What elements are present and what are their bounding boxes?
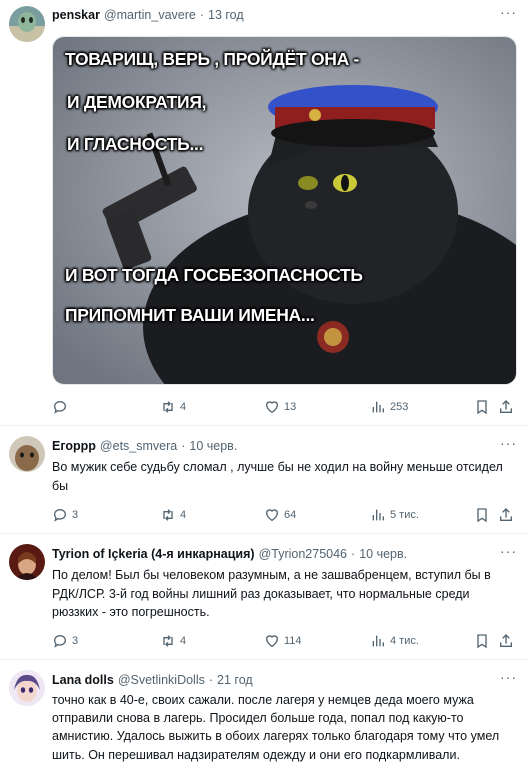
tweet-header: Lana dolls @SvetlinkiDolls · 21 год (52, 671, 519, 689)
heart-icon (265, 401, 279, 414)
avatar[interactable] (9, 6, 45, 42)
avatar[interactable] (9, 670, 45, 706)
author-name[interactable]: Егорpp (52, 439, 96, 453)
retweet-count: 4 (180, 509, 187, 521)
tweet-actions: 3 4 114 4 тис. (52, 632, 517, 650)
more-options-icon[interactable]: ··· (500, 543, 517, 559)
like-button[interactable]: 64 (264, 506, 296, 524)
author-handle[interactable]: @ets_smvera (100, 439, 177, 453)
views-count: 4 тис. (390, 635, 419, 647)
heart-icon (265, 635, 279, 648)
tweet-actions: 3 4 64 5 тис. (52, 506, 517, 524)
share-icon (500, 400, 512, 413)
author-name[interactable]: penskar (52, 8, 100, 22)
reply-button[interactable]: 3 (52, 632, 78, 650)
timestamp[interactable]: 10 черв. (359, 547, 407, 561)
meme-caption-line: И ДЕМОКРАТИЯ, (67, 92, 207, 112)
retweet-icon (163, 509, 173, 521)
retweet-count: 4 (180, 635, 187, 647)
tweet[interactable]: Егорpp @ets_smvera · 10 черв. ··· Во муж… (0, 426, 529, 534)
more-options-icon[interactable]: ··· (500, 435, 517, 451)
reply-count: 3 (72, 509, 79, 521)
bookmark-button[interactable] (474, 398, 490, 416)
meme-caption-line: И ВОТ ТОГДА ГОСБЕЗОПАСНОСТЬ (65, 265, 363, 285)
tweet[interactable]: Lana dolls @SvetlinkiDolls · 21 год ··· … (0, 660, 529, 784)
bookmark-icon (477, 508, 487, 523)
views-icon (372, 401, 384, 413)
author-handle[interactable]: @SvetlinkiDolls (118, 673, 205, 687)
separator-dot: · (199, 8, 205, 22)
timestamp[interactable]: 10 черв. (189, 439, 237, 453)
avatar[interactable] (9, 544, 45, 580)
like-count: 13 (284, 401, 297, 413)
like-count: 114 (284, 635, 302, 647)
bookmark-icon (477, 400, 487, 415)
meme-caption-line: ТОВАРИЩ, ВЕРЬ , ПРОЙДЁТ ОНА - (65, 49, 360, 69)
separator-dot: · (351, 547, 356, 561)
tweet-header: penskar @martin_vavere · 13 год (52, 6, 519, 24)
bookmark-button[interactable] (474, 632, 490, 650)
retweet-button[interactable]: 4 (160, 398, 186, 416)
meme-caption-line: ПРИПОМНИТ ВАШИ ИМЕНА... (65, 305, 315, 325)
retweet-icon (163, 401, 173, 413)
share-button[interactable] (498, 506, 514, 524)
reply-button[interactable]: 3 (52, 506, 78, 524)
reply-icon (53, 508, 67, 522)
tweet-actions: 4 13 253 (52, 398, 517, 416)
share-button[interactable] (498, 398, 514, 416)
tweet-header: Tyrion of Içkeria (4-я инкарнация) @Tyri… (52, 545, 519, 563)
views-icon (372, 509, 384, 521)
author-name[interactable]: Tyrion of Içkeria (4-я инкарнация) (52, 547, 255, 561)
share-button[interactable] (498, 632, 514, 650)
reply-icon (53, 634, 67, 648)
bookmark-icon (477, 634, 487, 649)
retweet-button[interactable]: 4 (160, 632, 186, 650)
share-icon (500, 634, 512, 647)
tweet-text: По делом! Был бы человеком разумным, а н… (52, 568, 491, 619)
views-button[interactable]: 4 тис. (370, 632, 419, 650)
reply-count: 3 (72, 635, 79, 647)
author-handle[interactable]: @martin_vavere (104, 8, 196, 22)
tweet[interactable]: Tyrion of Içkeria (4-я инкарнация) @Tyri… (0, 534, 529, 660)
like-count: 64 (284, 509, 297, 521)
retweet-count: 4 (180, 401, 187, 413)
heart-icon (265, 509, 279, 522)
separator-dot: · (181, 439, 186, 453)
avatar[interactable] (9, 436, 45, 472)
tweet-text: точно как в 40-е, своих сажали. после ла… (52, 693, 500, 762)
like-button[interactable]: 114 (264, 632, 302, 650)
views-count: 5 тис. (390, 509, 419, 521)
author-handle[interactable]: @Tyrion275046 (259, 547, 347, 561)
separator-dot: · (208, 673, 214, 687)
share-icon (500, 508, 512, 521)
reply-button[interactable] (52, 398, 72, 416)
tweet-text: Во мужик себе судьбу сломал , лучше бы н… (52, 460, 503, 493)
views-icon (372, 635, 384, 647)
meme-caption-line: И ГЛАСНОСТЬ... (67, 134, 204, 154)
views-button[interactable]: 5 тис. (370, 506, 419, 524)
more-options-icon[interactable]: ··· (500, 4, 517, 20)
tweet[interactable]: penskar @martin_vavere · 13 год ··· ТОВА… (0, 0, 529, 426)
bookmark-button[interactable] (474, 506, 490, 524)
views-count: 253 (390, 401, 409, 413)
tweet-image[interactable]: ТОВАРИЩ, ВЕРЬ , ПРОЙДЁТ ОНА - И ДЕМОКРАТ… (52, 36, 517, 385)
timestamp[interactable]: 13 год (208, 8, 244, 22)
views-button[interactable]: 253 (370, 398, 408, 416)
tweet-header: Егорpp @ets_smvera · 10 черв. (52, 437, 519, 455)
timestamp[interactable]: 21 год (217, 673, 253, 687)
more-options-icon[interactable]: ··· (500, 669, 517, 685)
author-name[interactable]: Lana dolls (52, 673, 114, 687)
retweet-button[interactable]: 4 (160, 506, 186, 524)
reply-icon (53, 400, 67, 414)
retweet-icon (163, 635, 173, 647)
like-button[interactable]: 13 (264, 398, 296, 416)
